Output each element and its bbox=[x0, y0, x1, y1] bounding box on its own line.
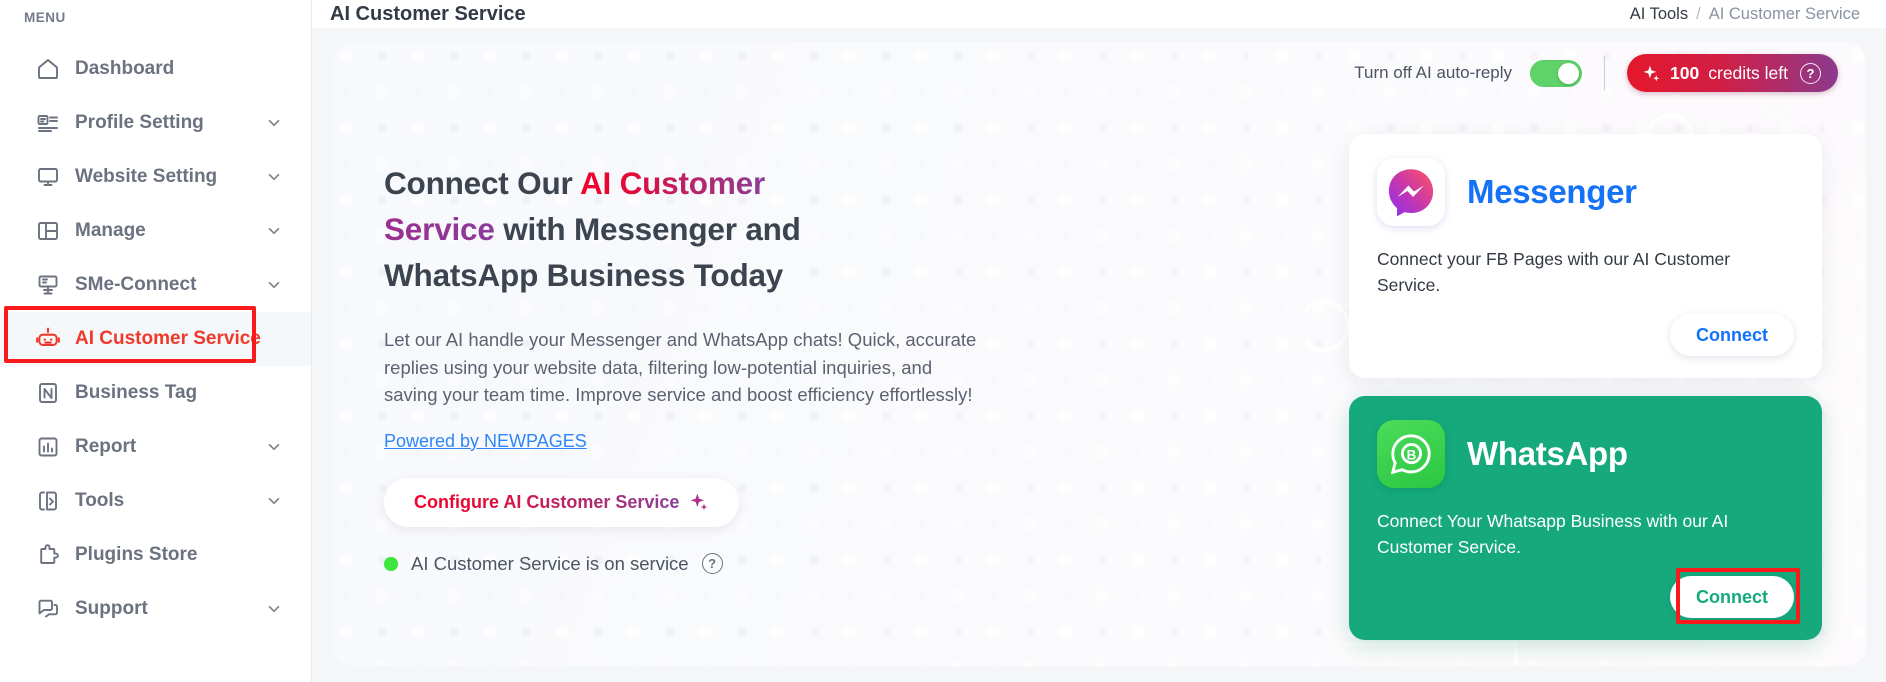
app-root: MENU Dashboard Profile Setting Website Set… bbox=[0, 0, 1886, 682]
headline-part-3: WhatsApp Business Today bbox=[384, 257, 784, 293]
chevron-down-icon bbox=[268, 119, 280, 127]
sparkle-icon bbox=[1643, 65, 1660, 81]
status-text: AI Customer Service is on service bbox=[411, 552, 689, 574]
chevron-down-icon bbox=[268, 443, 280, 451]
sidebar-item-website-setting[interactable]: Website Setting bbox=[0, 150, 311, 204]
hero-body-text: Let our AI handle your Messenger and Wha… bbox=[384, 329, 977, 405]
sidebar-item-business-tag[interactable]: Business Tag bbox=[0, 366, 311, 420]
breadcrumb-separator: / bbox=[1696, 5, 1701, 23]
hero-wrapper: Turn off AI auto-reply 100 credits left … bbox=[312, 28, 1886, 682]
sidebar-item-label: Profile Setting bbox=[75, 112, 204, 133]
sidebar-item-label: AI Customer Service bbox=[75, 328, 261, 349]
main-content: AI Customer Service AI Tools / AI Custom… bbox=[312, 0, 1886, 682]
whatsapp-card: B WhatsApp Connect Your Whatsapp Busines… bbox=[1349, 396, 1822, 640]
sidebar-item-ai-customer-service[interactable]: AI Customer Service bbox=[0, 312, 311, 366]
profile-icon bbox=[35, 110, 61, 136]
whatsapp-card-footer: Connect bbox=[1377, 568, 1800, 624]
sidebar-item-sme-connect[interactable]: SMe-Connect bbox=[0, 258, 311, 312]
messenger-connect-button[interactable]: Connect bbox=[1670, 314, 1794, 356]
whatsapp-card-description: Connect Your Whatsapp Business with our … bbox=[1377, 511, 1729, 557]
sidebar-item-report[interactable]: Report bbox=[0, 420, 311, 474]
chevron-down-icon bbox=[268, 497, 280, 505]
credits-suffix: credits left bbox=[1708, 62, 1788, 83]
sidebar-item-plugins-store[interactable]: Plugins Store bbox=[0, 528, 311, 582]
whatsapp-brand-name: WhatsApp bbox=[1467, 435, 1628, 472]
sparkle-icon bbox=[691, 493, 708, 511]
headline-part-1: Connect Our bbox=[384, 165, 580, 201]
auto-reply-label: Turn off AI auto-reply bbox=[1354, 63, 1513, 82]
configure-button-label: Configure AI Customer Service bbox=[414, 491, 680, 512]
auto-reply-toggle[interactable] bbox=[1530, 59, 1583, 87]
puzzle-icon bbox=[35, 542, 61, 568]
hero-controls: Turn off AI auto-reply 100 credits left … bbox=[1354, 54, 1838, 92]
sidebar-item-label: Business Tag bbox=[75, 382, 198, 403]
chevron-down-icon bbox=[268, 605, 280, 613]
messenger-card-description: Connect your FB Pages with our AI Custom… bbox=[1377, 249, 1731, 295]
service-status-row: AI Customer Service is on service ? bbox=[384, 553, 1024, 575]
status-help-icon[interactable]: ? bbox=[701, 553, 723, 574]
sidebar: MENU Dashboard Profile Setting Website Set… bbox=[0, 0, 312, 682]
chevron-down-icon bbox=[268, 281, 280, 289]
messenger-icon bbox=[1377, 158, 1445, 226]
headline-highlight-2: Service bbox=[384, 211, 495, 247]
chat-icon bbox=[35, 596, 61, 622]
chevron-down-icon bbox=[268, 227, 280, 235]
breadcrumb-current: AI Customer Service bbox=[1708, 5, 1860, 23]
sidebar-nav: Dashboard Profile Setting Website Setting M… bbox=[0, 42, 311, 636]
toggle-knob bbox=[1558, 62, 1580, 84]
breadcrumb-parent[interactable]: AI Tools bbox=[1630, 0, 1688, 28]
sidebar-item-label: Manage bbox=[75, 220, 146, 241]
topbar: AI Customer Service AI Tools / AI Custom… bbox=[312, 0, 1886, 28]
whatsapp-card-header: B WhatsApp bbox=[1377, 420, 1794, 488]
controls-divider bbox=[1604, 56, 1606, 90]
messenger-card-header: Messenger bbox=[1377, 158, 1794, 226]
sidebar-item-dashboard[interactable]: Dashboard bbox=[0, 42, 311, 96]
nfc-icon bbox=[35, 380, 61, 406]
sidebar-menu-label: MENU bbox=[24, 10, 66, 25]
tools-icon bbox=[35, 488, 61, 514]
monitor-icon bbox=[35, 164, 61, 190]
sidebar-item-label: Tools bbox=[75, 490, 125, 511]
configure-ai-customer-service-button[interactable]: Configure AI Customer Service bbox=[384, 477, 740, 527]
hero-text-column: Connect Our AI Customer Service with Mes… bbox=[384, 160, 1024, 575]
robot-icon bbox=[35, 326, 61, 352]
sidebar-item-support[interactable]: Support bbox=[0, 582, 311, 636]
credits-help-icon[interactable]: ? bbox=[1800, 62, 1821, 84]
channel-cards: Messenger Connect your FB Pages with our… bbox=[1349, 134, 1822, 658]
status-indicator-dot bbox=[384, 556, 398, 571]
layout-icon bbox=[35, 218, 61, 244]
credits-amount: 100 bbox=[1670, 62, 1700, 83]
powered-by-link[interactable]: Powered by NEWPAGES bbox=[384, 431, 587, 452]
messenger-brand-name: Messenger bbox=[1467, 173, 1637, 210]
chevron-down-icon bbox=[268, 173, 280, 181]
whatsapp-business-icon: B bbox=[1377, 420, 1445, 488]
whatsapp-connect-wrapper: Connect bbox=[1670, 568, 1800, 624]
breadcrumb: AI Tools / AI Customer Service bbox=[1630, 0, 1860, 28]
sidebar-item-label: Website Setting bbox=[75, 166, 218, 187]
credits-badge[interactable]: 100 credits left ? bbox=[1627, 54, 1838, 92]
hero-banner: Turn off AI auto-reply 100 credits left … bbox=[332, 42, 1866, 666]
sidebar-item-label: Support bbox=[75, 598, 148, 619]
sidebar-item-tools[interactable]: Tools bbox=[0, 474, 311, 528]
messenger-card: Messenger Connect your FB Pages with our… bbox=[1349, 134, 1822, 378]
whatsapp-connect-button[interactable]: Connect bbox=[1670, 576, 1794, 618]
sidebar-item-manage[interactable]: Manage bbox=[0, 204, 311, 258]
sidebar-item-label: Dashboard bbox=[75, 58, 175, 79]
page-title: AI Customer Service bbox=[330, 3, 526, 25]
server-icon bbox=[35, 272, 61, 298]
messenger-card-footer: Connect bbox=[1377, 314, 1794, 356]
sidebar-item-profile-setting[interactable]: Profile Setting bbox=[0, 96, 311, 150]
svg-text:B: B bbox=[1407, 447, 1417, 462]
home-icon bbox=[35, 56, 61, 82]
sidebar-item-label: SMe-Connect bbox=[75, 274, 197, 295]
hero-headline: Connect Our AI Customer Service with Mes… bbox=[384, 160, 1024, 298]
headline-highlight-1: AI Customer bbox=[579, 165, 766, 201]
sidebar-item-label: Plugins Store bbox=[75, 544, 198, 565]
sidebar-item-label: Report bbox=[75, 436, 137, 457]
bar-chart-icon bbox=[35, 434, 61, 460]
headline-part-2: with Messenger and bbox=[494, 211, 801, 247]
